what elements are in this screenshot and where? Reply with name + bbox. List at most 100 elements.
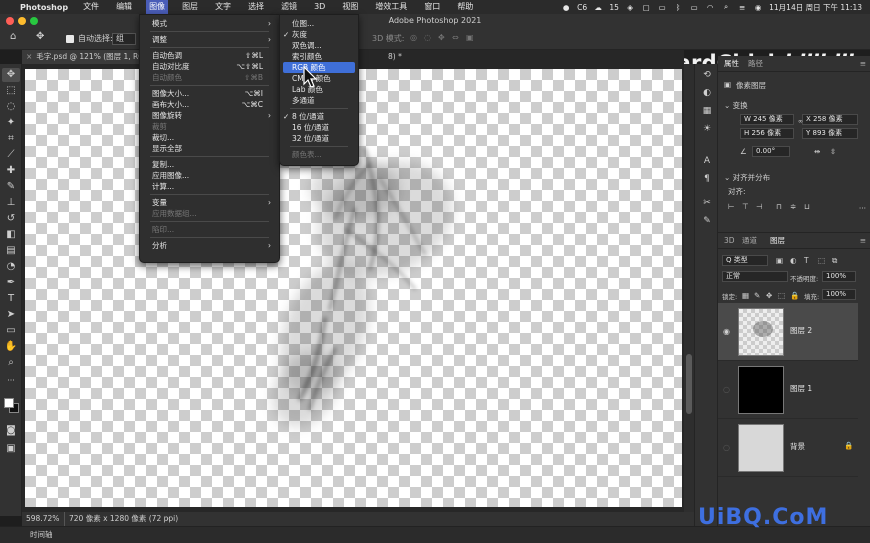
app-menu[interactable]: Photoshop (20, 3, 68, 12)
angle-field[interactable]: 0.00° (752, 146, 790, 157)
image-item[interactable]: 应用数据组... (140, 208, 279, 219)
mode-item[interactable]: 双色调... (280, 40, 358, 51)
tab-channels[interactable]: 通道 (742, 233, 757, 249)
align-left-icon[interactable]: ⊢ (728, 202, 735, 211)
crop-tool-icon[interactable]: ⌗ (2, 132, 20, 146)
filter-type-icon[interactable]: T (804, 256, 809, 265)
opacity-field[interactable]: 100% (822, 271, 856, 282)
layer-row-layer1[interactable]: ○ 图层 1 (718, 361, 858, 419)
panel-menu-icon[interactable]: ≡ (860, 56, 866, 72)
tab-layers[interactable]: 图层 (770, 233, 785, 249)
image-item[interactable]: 裁剪 (140, 121, 279, 132)
fill-field[interactable]: 100% (822, 289, 856, 300)
link-icon[interactable]: ∞ (798, 118, 803, 125)
flip-vertical-icon[interactable]: ⇳ (830, 147, 836, 156)
menu-window[interactable]: 窗口 (421, 0, 443, 14)
more-options-icon[interactable]: ··· (859, 204, 866, 213)
auto-select-checkbox[interactable] (66, 35, 74, 43)
screen-mode-icon[interactable]: ▣ (2, 442, 20, 456)
mode-item[interactable]: 灰度 ✓ (280, 29, 358, 40)
menu-3d[interactable]: 3D (311, 0, 328, 14)
image-item[interactable]: 自动色调 ⇧⌘L (140, 50, 279, 61)
adjust-panel-icon[interactable]: ☀ (699, 122, 715, 136)
wifi-icon[interactable]: ◠ (705, 3, 715, 12)
battery-icon[interactable]: ▭ (689, 3, 699, 12)
marquee-tool-icon[interactable]: ⬚ (2, 84, 20, 98)
menu-layer[interactable]: 图层 (179, 0, 201, 14)
layer-name[interactable]: 图层 1 (790, 383, 812, 394)
pen-tool-icon[interactable]: ✒ (2, 276, 20, 290)
quick-mask-icon[interactable]: ◙ (2, 424, 20, 438)
image-item[interactable]: 模式 › (140, 18, 279, 29)
lock-transparent-icon[interactable]: ▦ (742, 291, 749, 300)
vertical-scrollbar[interactable] (684, 64, 694, 512)
align-section-label[interactable]: ⌄ 对齐并分布 (724, 172, 770, 183)
visibility-eye-icon[interactable]: ○ (723, 385, 730, 394)
type-tool-icon[interactable]: T (2, 292, 20, 306)
flip-horizontal-icon[interactable]: ⇹ (814, 147, 820, 156)
3d-roll-icon[interactable]: ◌ (424, 33, 431, 42)
menu-help[interactable]: 帮助 (454, 0, 476, 14)
x-field[interactable]: X 258 像素 (802, 114, 858, 125)
cloud-icon[interactable]: ☁ (593, 3, 603, 12)
history-brush-icon[interactable]: ↺ (2, 212, 20, 226)
menu-select[interactable]: 选择 (245, 0, 267, 14)
paragraph-panel-icon[interactable]: ¶ (699, 172, 715, 186)
info-arrow-icon[interactable]: › (166, 512, 169, 526)
tab-paths[interactable]: 路径 (748, 56, 763, 72)
image-item[interactable]: 图像旋转 › (140, 110, 279, 121)
control-center-icon[interactable]: ≡ (737, 3, 747, 12)
path-select-icon[interactable]: ➤ (2, 308, 20, 322)
mode-item[interactable]: 32 位/通道 (280, 133, 358, 144)
gradient-tool-icon[interactable]: ▤ (2, 244, 20, 258)
layer-name[interactable]: 图层 2 (790, 325, 812, 336)
image-item[interactable]: 计算... (140, 181, 279, 192)
screen-icon[interactable]: ▭ (657, 3, 667, 12)
image-item[interactable]: 陷印... (140, 224, 279, 235)
visibility-eye-icon[interactable]: ◉ (723, 327, 730, 336)
lasso-tool-icon[interactable]: ◌ (2, 100, 20, 114)
lock-all-icon[interactable]: 🔒 (790, 291, 799, 300)
clone-stamp-icon[interactable]: ⊥ (2, 196, 20, 210)
mode-item[interactable]: 颜色表... (280, 149, 358, 160)
blend-mode-dropdown[interactable]: 正常 (722, 271, 788, 282)
image-item[interactable]: 图像大小... ⌥⌘I (140, 88, 279, 99)
zoom-tool-icon[interactable]: ⌕ (2, 356, 20, 370)
filter-pixel-icon[interactable]: ▣ (776, 256, 783, 265)
lock-artboard-icon[interactable]: ⬚ (778, 291, 785, 300)
move-tool-icon[interactable]: ✥ (2, 68, 20, 82)
hand-tool-icon[interactable]: ✋ (2, 340, 20, 354)
layer-name[interactable]: 背景 (790, 441, 805, 452)
image-item[interactable]: 分析 › (140, 240, 279, 251)
menu-plugins[interactable]: 增效工具 (372, 0, 410, 14)
siri-icon[interactable]: ◉ (753, 3, 763, 12)
image-item[interactable]: 自动对比度 ⌥⇧⌘L (140, 61, 279, 72)
3d-orbit-icon[interactable]: ◎ (410, 33, 417, 42)
tab-close-icon[interactable]: × (26, 52, 32, 61)
image-item[interactable]: 变量 › (140, 197, 279, 208)
layer-filter-dropdown[interactable]: Q 类型 (722, 255, 768, 266)
vertical-scroll-thumb[interactable] (686, 354, 692, 414)
shape-tool-icon[interactable]: ▭ (2, 324, 20, 338)
align-bottom-icon[interactable]: ⊔ (804, 202, 810, 211)
move-tool-icon[interactable]: ✥ (36, 31, 44, 42)
mode-item[interactable]: 16 位/通道 (280, 122, 358, 133)
height-field[interactable]: H 256 像素 (740, 128, 794, 139)
image-item[interactable]: 调整 › (140, 34, 279, 45)
brush-tool-icon[interactable]: ✎ (2, 180, 20, 194)
menu-edit[interactable]: 编辑 (113, 0, 135, 14)
wechat-icon[interactable]: ◈ (625, 3, 635, 12)
zoom-level[interactable]: 598.72% (26, 512, 59, 526)
tab-properties[interactable]: 属性 (724, 56, 739, 72)
menu-filter[interactable]: 滤镜 (278, 0, 300, 14)
mode-item[interactable]: CMYK 颜色 (280, 73, 358, 84)
layer-row-background[interactable]: ○ 背景 🔒 (718, 419, 858, 477)
bluetooth-icon[interactable]: ᛒ (673, 3, 683, 12)
menu-image[interactable]: 图像 (146, 0, 169, 14)
dodge-tool-icon[interactable]: ◔ (2, 260, 20, 274)
eyedropper-icon[interactable]: ⟋ (2, 148, 20, 162)
mode-item[interactable]: 索引颜色 (280, 51, 358, 62)
transform-section-label[interactable]: ⌄ 变换 (724, 100, 748, 111)
mode-item[interactable]: 8 位/通道 ✓ (280, 111, 358, 122)
lock-position-icon[interactable]: ✥ (766, 291, 772, 300)
